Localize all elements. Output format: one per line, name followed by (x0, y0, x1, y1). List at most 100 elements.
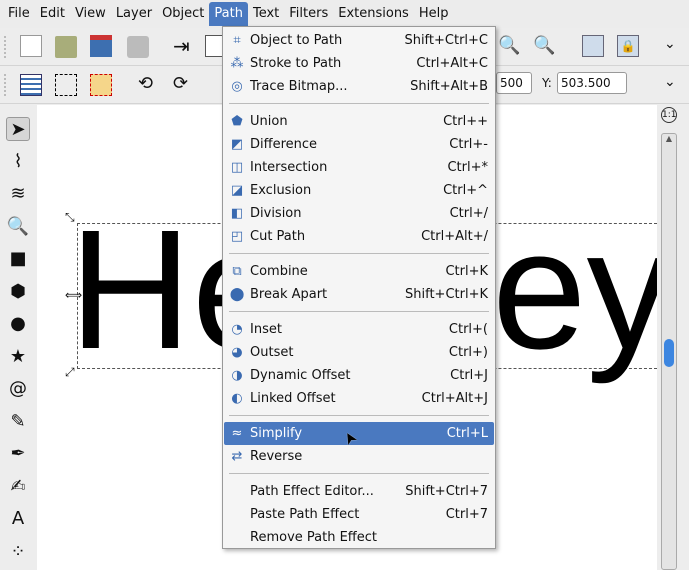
calligraphy-tool-icon[interactable]: ✍ (6, 475, 30, 499)
ellipse-tool-icon[interactable]: ● (6, 312, 30, 336)
toolbar-overflow-chevron-icon[interactable]: ⌄ (664, 36, 686, 58)
menu-view[interactable]: View (70, 2, 111, 26)
open-folder-icon[interactable] (55, 36, 77, 58)
menu-item-label: Intersection (250, 160, 328, 175)
menu-layer[interactable]: Layer (111, 2, 157, 26)
menu-item-label: Break Apart (250, 287, 328, 302)
menu-item-shortcut: Ctrl++ (443, 114, 488, 129)
menu-item-remove-path-effect[interactable]: Remove Path Effect (224, 526, 494, 549)
pen-tool-icon[interactable]: ✒ (6, 442, 30, 466)
difference-icon: ◩ (230, 137, 244, 152)
menu-item-linked-offset[interactable]: ◐ Linked Offset Ctrl+Alt+J (224, 387, 494, 410)
menu-item-path-effect-editor[interactable]: Path Effect Editor... Shift+Ctrl+7 (224, 480, 494, 503)
print-icon[interactable] (127, 36, 149, 58)
toolbar-grip[interactable] (4, 36, 8, 58)
object-to-path-icon: ⌗ (233, 33, 241, 48)
menu-item-reverse[interactable]: ⇄ Reverse (224, 445, 494, 468)
node-tool-icon[interactable]: ⌇ (6, 150, 30, 174)
rotate-cw-icon[interactable]: ⟳ (173, 73, 195, 95)
menu-item-label: Reverse (250, 449, 303, 464)
menu-item-label: Outset (250, 345, 294, 360)
menu-item-exclusion[interactable]: ◪ Exclusion Ctrl+^ (224, 179, 494, 202)
canvas-text-right[interactable]: ey (492, 205, 657, 375)
spiral-tool-icon[interactable]: @ (6, 377, 30, 401)
menu-item-combine[interactable]: ⧉ Combine Ctrl+K (224, 260, 494, 283)
menu-help[interactable]: Help (414, 2, 454, 26)
menu-item-union[interactable]: ⬟ Union Ctrl++ (224, 110, 494, 133)
menu-item-shortcut: Ctrl+/ (449, 206, 488, 221)
menu-file[interactable]: File (3, 2, 35, 26)
menu-item-label: Combine (250, 264, 308, 279)
x-coordinate-input[interactable]: 500 (496, 72, 532, 94)
intersection-icon: ◫ (230, 160, 244, 175)
menu-item-simplify[interactable]: ≈ Simplify Ctrl+L (224, 422, 494, 445)
menu-item-label: Difference (250, 137, 318, 152)
lock-icon[interactable]: 🔒 (617, 35, 639, 57)
save-icon[interactable] (90, 35, 112, 57)
pencil-tool-icon[interactable]: ✎ (6, 410, 30, 434)
menu-extensions[interactable]: Extensions (333, 2, 414, 26)
scale-handle-icon[interactable]: ⟺ (65, 288, 82, 302)
scale-handle-icon[interactable]: ⤢ (65, 365, 75, 380)
rect-tool-icon[interactable]: ■ (6, 247, 30, 271)
stroke-to-path-icon: ⁂ (230, 56, 244, 71)
y-coordinate-input[interactable]: 503.500 (557, 72, 627, 94)
text-tool-icon[interactable]: A (6, 507, 30, 531)
menu-item-object-to-path[interactable]: ⌗ Object to Path Shift+Ctrl+C (224, 29, 494, 52)
scroll-up-icon[interactable]: ▲ (662, 134, 676, 143)
deselect-icon[interactable] (90, 74, 112, 96)
menu-item-cut-path[interactable]: ◰ Cut Path Ctrl+Alt+/ (224, 225, 494, 248)
menu-item-shortcut: Ctrl+Alt+C (416, 56, 488, 71)
menu-item-stroke-to-path[interactable]: ⁂ Stroke to Path Ctrl+Alt+C (224, 52, 494, 75)
menu-item-paste-path-effect[interactable]: Paste Path Effect Ctrl+7 (224, 503, 494, 526)
zoom-selection-icon[interactable]: 🔍 (498, 35, 520, 57)
linked-offset-icon: ◐ (231, 391, 243, 406)
menu-item-difference[interactable]: ◩ Difference Ctrl+- (224, 133, 494, 156)
menu-item-label: Union (250, 114, 288, 129)
duplicate-icon[interactable] (582, 35, 604, 57)
menu-path[interactable]: Path (209, 2, 248, 26)
scale-handle-icon[interactable]: ⤡ (65, 210, 75, 225)
zoom-1-1-button[interactable]: 1:1 (661, 107, 677, 123)
box3d-tool-icon[interactable]: ⬢ (6, 280, 30, 304)
new-document-icon[interactable] (20, 35, 42, 57)
vertical-scrollbar[interactable]: ▲ (661, 133, 677, 570)
star-tool-icon[interactable]: ★ (6, 345, 30, 369)
menu-item-shortcut: Shift+Ctrl+K (405, 287, 488, 302)
spray-tool-icon[interactable]: ⁘ (6, 540, 30, 564)
toolbar-overflow-chevron-icon[interactable]: ⌄ (664, 74, 686, 96)
menu-item-label: Object to Path (250, 33, 343, 48)
menu-item-shortcut: Shift+Ctrl+C (404, 33, 488, 48)
reverse-icon: ⇄ (231, 449, 243, 464)
menu-item-division[interactable]: ◧ Division Ctrl+/ (224, 202, 494, 225)
rotate-ccw-icon[interactable]: ⟲ (138, 73, 160, 95)
zoom-drawing-icon[interactable]: 🔍 (533, 35, 555, 57)
import-icon[interactable]: ⇥ (173, 35, 195, 57)
menu-object[interactable]: Object (157, 2, 209, 26)
toolbar-grip[interactable] (4, 74, 8, 96)
menu-filters[interactable]: Filters (284, 2, 333, 26)
zoom-tool-icon[interactable]: 🔍 (6, 215, 30, 239)
menu-item-label: Trace Bitmap... (250, 79, 348, 94)
menu-item-dynamic-offset[interactable]: ◑ Dynamic Offset Ctrl+J (224, 364, 494, 387)
tweak-tool-icon[interactable]: ≋ (6, 182, 30, 206)
menu-item-shortcut: Shift+Ctrl+7 (405, 484, 488, 499)
scrollbar-thumb[interactable] (664, 339, 674, 367)
menu-edit[interactable]: Edit (35, 2, 70, 26)
menu-text[interactable]: Text (248, 2, 284, 26)
menu-item-shortcut: Ctrl+K (445, 264, 488, 279)
menu-item-trace-bitmap[interactable]: ◎ Trace Bitmap... Shift+Alt+B (224, 75, 494, 98)
menu-item-shortcut: Ctrl+* (447, 160, 488, 175)
menu-item-outset[interactable]: ◕ Outset Ctrl+) (224, 341, 494, 364)
menu-item-label: Remove Path Effect (250, 530, 377, 545)
outset-icon: ◕ (231, 345, 243, 360)
select-all-layers-icon[interactable] (55, 74, 77, 96)
select-all-icon[interactable] (20, 74, 42, 96)
menu-item-shortcut: Ctrl+Alt+J (421, 391, 488, 406)
menubar: File Edit View Layer Object Path Text Filters Ex… (0, 0, 689, 28)
menu-item-break-apart[interactable]: ⬤ Break Apart Shift+Ctrl+K (224, 283, 494, 306)
menu-item-inset[interactable]: ◔ Inset Ctrl+( (224, 318, 494, 341)
menu-item-intersection[interactable]: ◫ Intersection Ctrl+* (224, 156, 494, 179)
menu-item-label: Linked Offset (250, 391, 336, 406)
selector-tool-icon[interactable]: ➤ (6, 117, 30, 141)
